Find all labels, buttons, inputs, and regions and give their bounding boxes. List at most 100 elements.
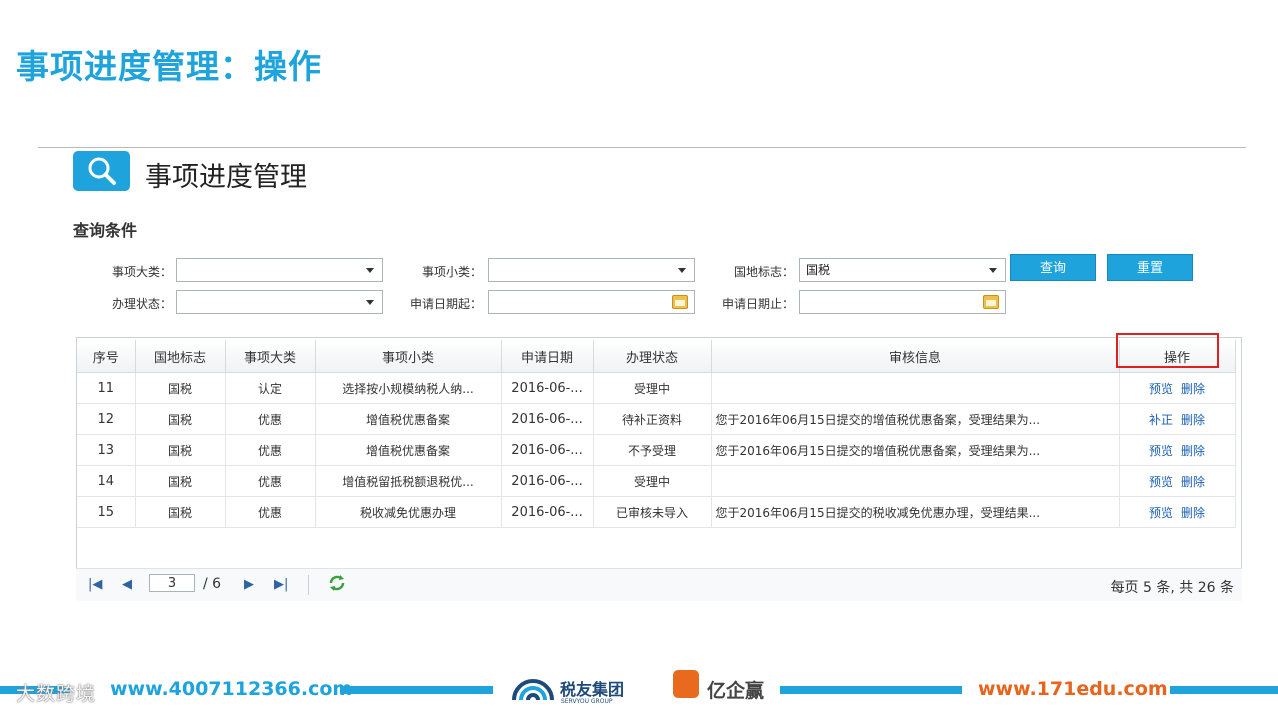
footer-url-right[interactable]: www.171edu.com: [978, 678, 1168, 700]
col-header-no[interactable]: 序号: [77, 340, 136, 373]
row-status: 受理中: [593, 372, 712, 404]
table-header-row: 序号 国地标志 事项大类 事项小类 申请日期 办理状态 审核信息 操作: [77, 340, 1236, 373]
first-page-icon[interactable]: |◀: [88, 577, 102, 592]
row-review-info: 您于2016年06月15日提交的增值税优惠备案，受理结果为...: [711, 403, 1120, 435]
row-subcategory: 税收减免优惠办理: [315, 496, 502, 528]
slide-footer: www.4007112366.com 大数跨境 税友集团 SERVYOU GRO…: [0, 660, 1278, 720]
search-icon: [73, 151, 130, 191]
row-tax: 国税: [135, 465, 226, 497]
subcategory-select[interactable]: [488, 258, 695, 282]
pagination-bar: |◀ ◀ 3 / 6 ▶ ▶| 每页 5 条, 共 26 条: [76, 568, 1242, 601]
row-subcategory: 增值税留抵税额退税优...: [315, 465, 502, 497]
row-tax: 国税: [135, 496, 226, 528]
row-date: 2016-06-...: [501, 434, 594, 466]
row-date: 2016-06-...: [501, 372, 594, 404]
preview-link[interactable]: 预览: [1149, 382, 1173, 396]
query-button[interactable]: 查询: [1010, 254, 1096, 281]
date-start-input[interactable]: [488, 290, 695, 314]
preview-link[interactable]: 预览: [1149, 475, 1173, 489]
table-row: 11 国税 认定 选择按小规模纳税人纳... 2016-06-... 受理中 预…: [77, 372, 1236, 404]
row-status: 不予受理: [593, 434, 712, 466]
row-no: 11: [77, 372, 136, 404]
row-category: 认定: [225, 372, 316, 404]
status-label: 办理状态：: [111, 297, 172, 311]
tax-authority-select[interactable]: 国税: [799, 258, 1006, 282]
chevron-down-icon: [678, 268, 686, 273]
watermark: 大数跨境: [16, 683, 97, 705]
record-count: 每页 5 条, 共 26 条: [1110, 580, 1234, 596]
page-title: 事项进度管理: [145, 162, 307, 193]
delete-link[interactable]: 删除: [1181, 475, 1205, 489]
row-actions: 补正 删除: [1119, 403, 1236, 435]
row-no: 15: [77, 496, 136, 528]
refresh-icon[interactable]: [328, 574, 346, 596]
row-actions: 预览 删除: [1119, 465, 1236, 497]
yiqiying-logo-text: 亿企赢: [707, 680, 765, 702]
col-header-date[interactable]: 申请日期: [501, 340, 594, 373]
category-select[interactable]: [176, 258, 383, 282]
col-header-category[interactable]: 事项大类: [225, 340, 316, 373]
yiqiying-logo-icon: [673, 670, 699, 698]
row-no: 13: [77, 434, 136, 466]
row-review-info: 您于2016年06月15日提交的税收减免优惠办理，受理结果...: [711, 496, 1120, 528]
results-table: 序号 国地标志 事项大类 事项小类 申请日期 办理状态 审核信息 操作 11 国…: [77, 340, 1236, 528]
row-category: 优惠: [225, 465, 316, 497]
delete-link[interactable]: 删除: [1181, 413, 1205, 427]
row-subcategory: 增值税优惠备案: [315, 434, 502, 466]
servyou-logo-icon: [512, 679, 554, 700]
status-select[interactable]: [176, 290, 383, 314]
calendar-icon[interactable]: [983, 295, 999, 309]
preview-link[interactable]: 预览: [1149, 506, 1173, 520]
row-review-info: [711, 372, 1120, 404]
row-no: 12: [77, 403, 136, 435]
prev-page-icon[interactable]: ◀: [122, 577, 132, 592]
date-end-input[interactable]: [799, 290, 1006, 314]
row-subcategory: 选择按小规模纳税人纳...: [315, 372, 502, 404]
row-category: 优惠: [225, 434, 316, 466]
row-status: 受理中: [593, 465, 712, 497]
table-row: 14 国税 优惠 增值税留抵税额退税优... 2016-06-... 受理中 预…: [77, 465, 1236, 497]
delete-link[interactable]: 删除: [1181, 444, 1205, 458]
col-header-tax[interactable]: 国地标志: [135, 340, 226, 373]
actions-column-highlight: [1116, 333, 1219, 368]
servyou-logo-text: 税友集团: [560, 680, 625, 699]
row-date: 2016-06-...: [501, 496, 594, 528]
next-page-icon[interactable]: ▶: [244, 577, 254, 592]
preview-link[interactable]: 预览: [1149, 444, 1173, 458]
row-review-info: 您于2016年06月15日提交的增值税优惠备案，受理结果为...: [711, 434, 1120, 466]
row-actions: 预览 删除: [1119, 372, 1236, 404]
row-status: 已审核未导入: [593, 496, 712, 528]
top-divider: [38, 147, 1246, 148]
category-label: 事项大类：: [111, 265, 172, 279]
chevron-down-icon: [366, 300, 374, 305]
table-row: 15 国税 优惠 税收减免优惠办理 2016-06-... 已审核未导入 您于2…: [77, 496, 1236, 528]
delete-link[interactable]: 删除: [1181, 506, 1205, 520]
row-tax: 国税: [135, 403, 226, 435]
row-actions: 预览 删除: [1119, 496, 1236, 528]
delete-link[interactable]: 删除: [1181, 382, 1205, 396]
date-start-label: 申请日期起：: [409, 297, 482, 311]
calendar-icon[interactable]: [672, 295, 688, 309]
query-conditions-label: 查询条件: [73, 221, 138, 240]
reset-button[interactable]: 重置: [1107, 254, 1193, 281]
date-end-label: 申请日期止：: [721, 297, 794, 311]
footer-url-left[interactable]: www.4007112366.com: [110, 678, 352, 700]
footer-bar: [340, 686, 493, 694]
chevron-down-icon: [366, 268, 374, 273]
col-header-review-info[interactable]: 审核信息: [711, 340, 1120, 373]
row-tax: 国税: [135, 372, 226, 404]
app-window: 事项进度管理 查询条件 事项大类： 事项小类： 国地标志： 国税 查询 重置 办…: [38, 147, 1246, 607]
slide-title: 事项进度管理：操作: [16, 47, 322, 86]
footer-bar: [780, 686, 962, 694]
row-no: 14: [77, 465, 136, 497]
row-tax: 国税: [135, 434, 226, 466]
row-status: 待补正资料: [593, 403, 712, 435]
row-date: 2016-06-...: [501, 403, 594, 435]
page-number-input[interactable]: 3: [149, 574, 195, 592]
supplement-link[interactable]: 补正: [1149, 413, 1173, 427]
subcategory-label: 事项小类：: [421, 265, 482, 279]
col-header-subcategory[interactable]: 事项小类: [315, 340, 502, 373]
results-grid: 序号 国地标志 事项大类 事项小类 申请日期 办理状态 审核信息 操作 11 国…: [76, 337, 1242, 600]
col-header-status[interactable]: 办理状态: [593, 340, 712, 373]
last-page-icon[interactable]: ▶|: [274, 577, 288, 592]
